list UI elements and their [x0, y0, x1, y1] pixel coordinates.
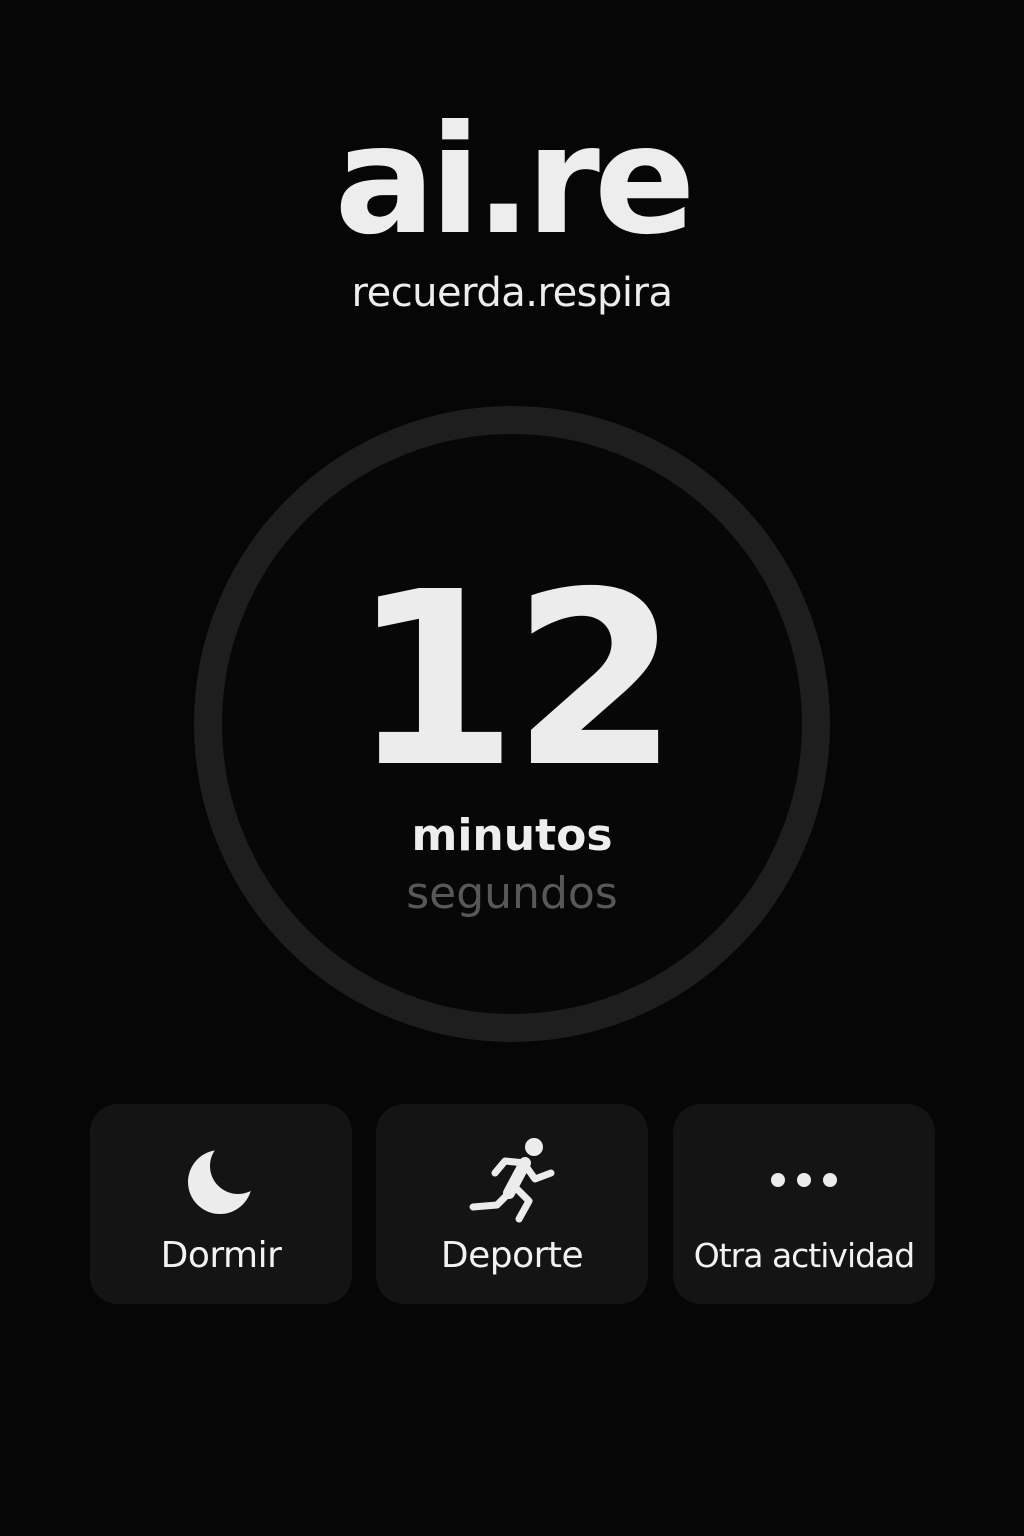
- activity-dormir-button[interactable]: Dormir: [90, 1104, 352, 1304]
- unit-seconds-option[interactable]: segundos: [0, 866, 1024, 922]
- activity-label: Otra actividad: [693, 1236, 915, 1275]
- moon-icon: [90, 1140, 352, 1220]
- activity-deporte-button[interactable]: Deporte: [376, 1104, 648, 1304]
- timer-value[interactable]: 12: [0, 560, 1024, 800]
- activity-label: Dormir: [160, 1235, 282, 1276]
- running-person-icon: [376, 1138, 648, 1223]
- app-tagline: recuerda.respira: [351, 270, 673, 316]
- activity-label: Deporte: [440, 1235, 584, 1276]
- unit-minutes-option[interactable]: minutos: [0, 808, 1024, 864]
- app-logo: ai.re: [334, 94, 695, 268]
- more-dots-icon: [673, 1140, 935, 1220]
- activity-otra-button[interactable]: Otra actividad: [673, 1104, 935, 1304]
